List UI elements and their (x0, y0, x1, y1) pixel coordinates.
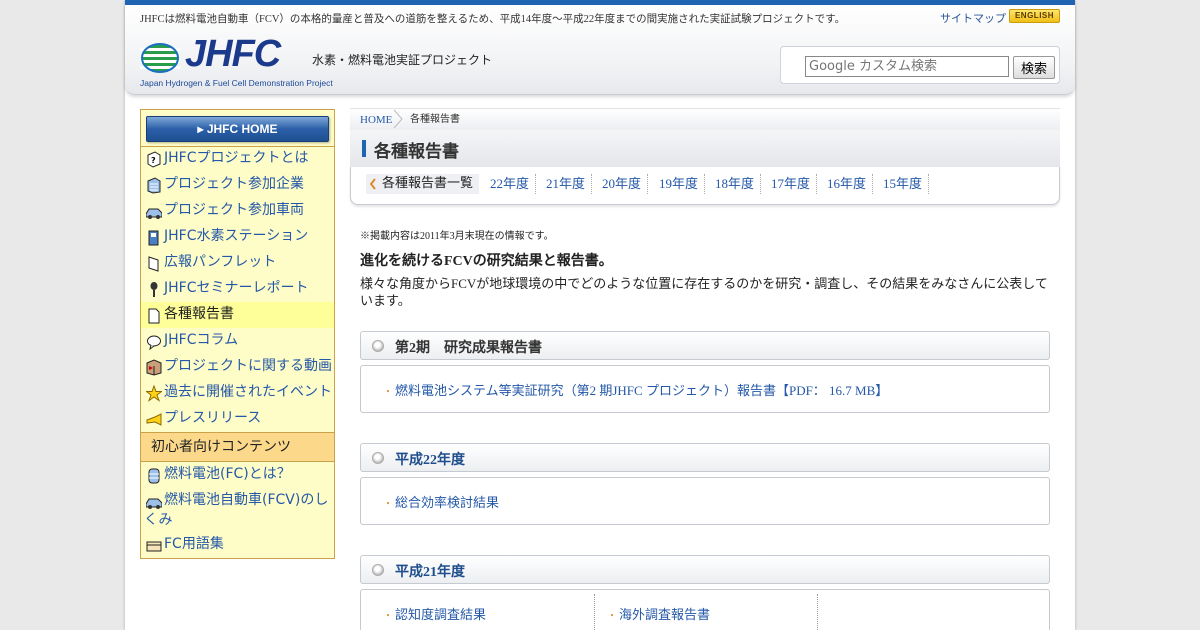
sidebar-item-label: 過去に開催されたイベント (164, 384, 332, 400)
description-text: 様々な角度からFCVが地球環境の中でどのような位置に存在するのかを研究・調査し、… (360, 276, 1048, 308)
sidebar-item-events[interactable]: 過去に開催されたイベント (141, 380, 334, 406)
video-box-icon (146, 359, 162, 376)
book-icon (146, 541, 162, 552)
logo-globe-icon[interactable] (140, 43, 180, 73)
megaphone-icon (146, 413, 162, 426)
tab-15[interactable]: 15年度 (883, 174, 930, 194)
page-title: 各種報告書 (374, 142, 459, 162)
sidebar-item-label: 広報パンフレット (164, 254, 277, 270)
tab-label: 各種報告書一覧 (382, 176, 474, 191)
tab-20[interactable]: 20年度 (602, 174, 649, 194)
search-button[interactable]: 検索 (1013, 56, 1055, 79)
beginner-heading: 初心者向けコンテンツ (141, 432, 334, 462)
section-heading: 平成21年度 (360, 555, 1050, 584)
section-bullet-icon (372, 340, 384, 352)
section-title: 第2期 研究成果報告書 (395, 341, 542, 356)
sidebar-item-label: JHFC水素ステーション (164, 228, 309, 244)
sidebar-item-label: プロジェクト参加企業 (164, 176, 304, 192)
english-button[interactable]: ENGLISH (1009, 9, 1060, 23)
site-tagline: JHFCは燃料電池自動車（FCV）の本格的量産と普及への道筋を整えるため、平成1… (140, 14, 846, 25)
sidebar-item-fc-about[interactable]: 燃料電池(FC)とは？ (141, 464, 334, 484)
sidebar-item-press[interactable]: プレスリリース (141, 406, 334, 432)
tab-19[interactable]: 19年度 (659, 174, 706, 194)
sidebar-item-label: プレスリリース (164, 410, 262, 426)
logo-subtitle: Japan Hydrogen & Fuel Cell Demonstration… (140, 78, 333, 88)
tab-17[interactable]: 17年度 (771, 174, 818, 194)
project-name: 水素・燃料電池実証プロジェクト (312, 53, 493, 67)
section-title: 平成22年度 (395, 453, 465, 468)
breadcrumb: HOME 各種報告書 (350, 108, 1060, 130)
sidebar-item-stations[interactable]: JHFC水素ステーション (141, 224, 334, 250)
battery-icon (148, 468, 160, 484)
sidebar-item-label: プロジェクト参加車両 (164, 202, 304, 218)
page-title-bar: 各種報告書 (350, 130, 1060, 167)
title-accent-bar (362, 140, 366, 157)
section-links-box: 総合効率検討結果 (360, 477, 1050, 525)
station-icon (148, 230, 159, 246)
document-icon (148, 308, 160, 324)
report-link[interactable]: 燃料電池システム等実証研究（第2 期JHFC プロジェクト）報告書【PDF： 1… (383, 380, 888, 399)
info-note: ※掲載内容は2011年3月末現在の情報です。 (360, 231, 554, 242)
sidebar-item-label: 燃料電池自動車(FCV)のしくみ (144, 492, 329, 528)
sitemap-link[interactable]: サイトマップ (940, 10, 1006, 26)
sidebar-item-label: JHFCプロジェクトとは (164, 150, 309, 166)
tab-all-reports[interactable]: 各種報告書一覧 (366, 174, 480, 194)
sidebar-item-label: JHFCコラム (164, 332, 239, 348)
jhfc-home-button[interactable]: ▸ JHFC HOME (146, 116, 329, 142)
sidebar-item-videos[interactable]: プロジェクトに関する動画 (141, 354, 334, 380)
tab-22[interactable]: 22年度 (490, 174, 537, 194)
building-icon (147, 177, 161, 194)
sidebar-item-label: FC用語集 (164, 536, 224, 552)
section-links-box: 認知度調査結果 海外調査報告書 (360, 589, 1050, 630)
tab-21[interactable]: 21年度 (546, 174, 593, 194)
sidebar-item-glossary[interactable]: FC用語集 (141, 534, 334, 554)
search-form: 検索 (780, 46, 1060, 84)
sidebar-item-label: JHFCセミナーレポート (164, 280, 309, 296)
speech-bubble-icon (147, 335, 161, 350)
breadcrumb-home-link[interactable]: HOME (360, 110, 392, 130)
section-heading: 第2期 研究成果報告書 (360, 331, 1050, 360)
sidebar-item-column[interactable]: JHFCコラム (141, 328, 334, 354)
report-link[interactable]: 認知度調査結果 (383, 604, 486, 623)
sidebar-item-companies[interactable]: プロジェクト参加企業 (141, 172, 334, 198)
section-links-box: 燃料電池システム等実証研究（第2 期JHFC プロジェクト）報告書【PDF： 1… (360, 365, 1050, 413)
pamphlet-icon (148, 256, 159, 272)
logo-wordmark[interactable]: JHFC (185, 33, 281, 75)
star-icon (146, 385, 162, 402)
microphone-icon (150, 282, 158, 297)
question-box-icon: ? (147, 151, 161, 168)
breadcrumb-separator-icon (393, 109, 403, 129)
tab-16[interactable]: 16年度 (827, 174, 874, 194)
car-icon (146, 208, 162, 219)
lead-heading: 進化を続けるFCVの研究結果と報告書。 (360, 254, 613, 269)
sidebar-item-pamphlet[interactable]: 広報パンフレット (141, 250, 334, 276)
sidebar-item-project-about[interactable]: ? JHFCプロジェクトとは (141, 146, 334, 172)
car-icon (146, 498, 162, 509)
sidebar-item-fcv-mechanism[interactable]: 燃料電池自動車(FCV)のしくみ (141, 490, 334, 530)
report-link[interactable]: 総合効率検討結果 (383, 492, 499, 511)
sidebar-item-seminar[interactable]: JHFCセミナーレポート (141, 276, 334, 302)
sidebar-item-label: 燃料電池(FC)とは？ (164, 466, 291, 482)
tab-18[interactable]: 18年度 (715, 174, 762, 194)
breadcrumb-current: 各種報告書 (410, 114, 460, 125)
sidebar-item-reports[interactable]: 各種報告書 (141, 302, 334, 328)
year-tabs: 各種報告書一覧 22年度 21年度 20年度 19年度 18年度 17年度 16… (350, 167, 1060, 205)
page-container: JHFCは燃料電池自動車（FCV）の本格的量産と普及への道筋を整えるため、平成1… (125, 0, 1075, 630)
svg-text:?: ? (151, 156, 156, 165)
sidebar-item-vehicles[interactable]: プロジェクト参加車両 (141, 198, 334, 224)
sidebar-nav: ▸ JHFC HOME ? JHFCプロジェクトとは プロジェクト参加企業 プロ… (140, 109, 335, 559)
column-divider (594, 594, 595, 630)
section-bullet-icon (372, 564, 384, 576)
chevron-left-icon (369, 178, 376, 190)
sidebar-item-label: 各種報告書 (164, 306, 234, 322)
search-input[interactable] (805, 56, 1009, 77)
section-title: 平成21年度 (395, 565, 465, 580)
section-heading: 平成22年度 (360, 443, 1050, 472)
sidebar-item-label: プロジェクトに関する動画 (164, 358, 332, 374)
section-bullet-icon (372, 452, 384, 464)
site-header: JHFCは燃料電池自動車（FCV）の本格的量産と普及への道筋を整えるため、平成1… (125, 5, 1075, 95)
column-divider (817, 594, 818, 630)
report-link[interactable]: 海外調査報告書 (607, 604, 710, 623)
